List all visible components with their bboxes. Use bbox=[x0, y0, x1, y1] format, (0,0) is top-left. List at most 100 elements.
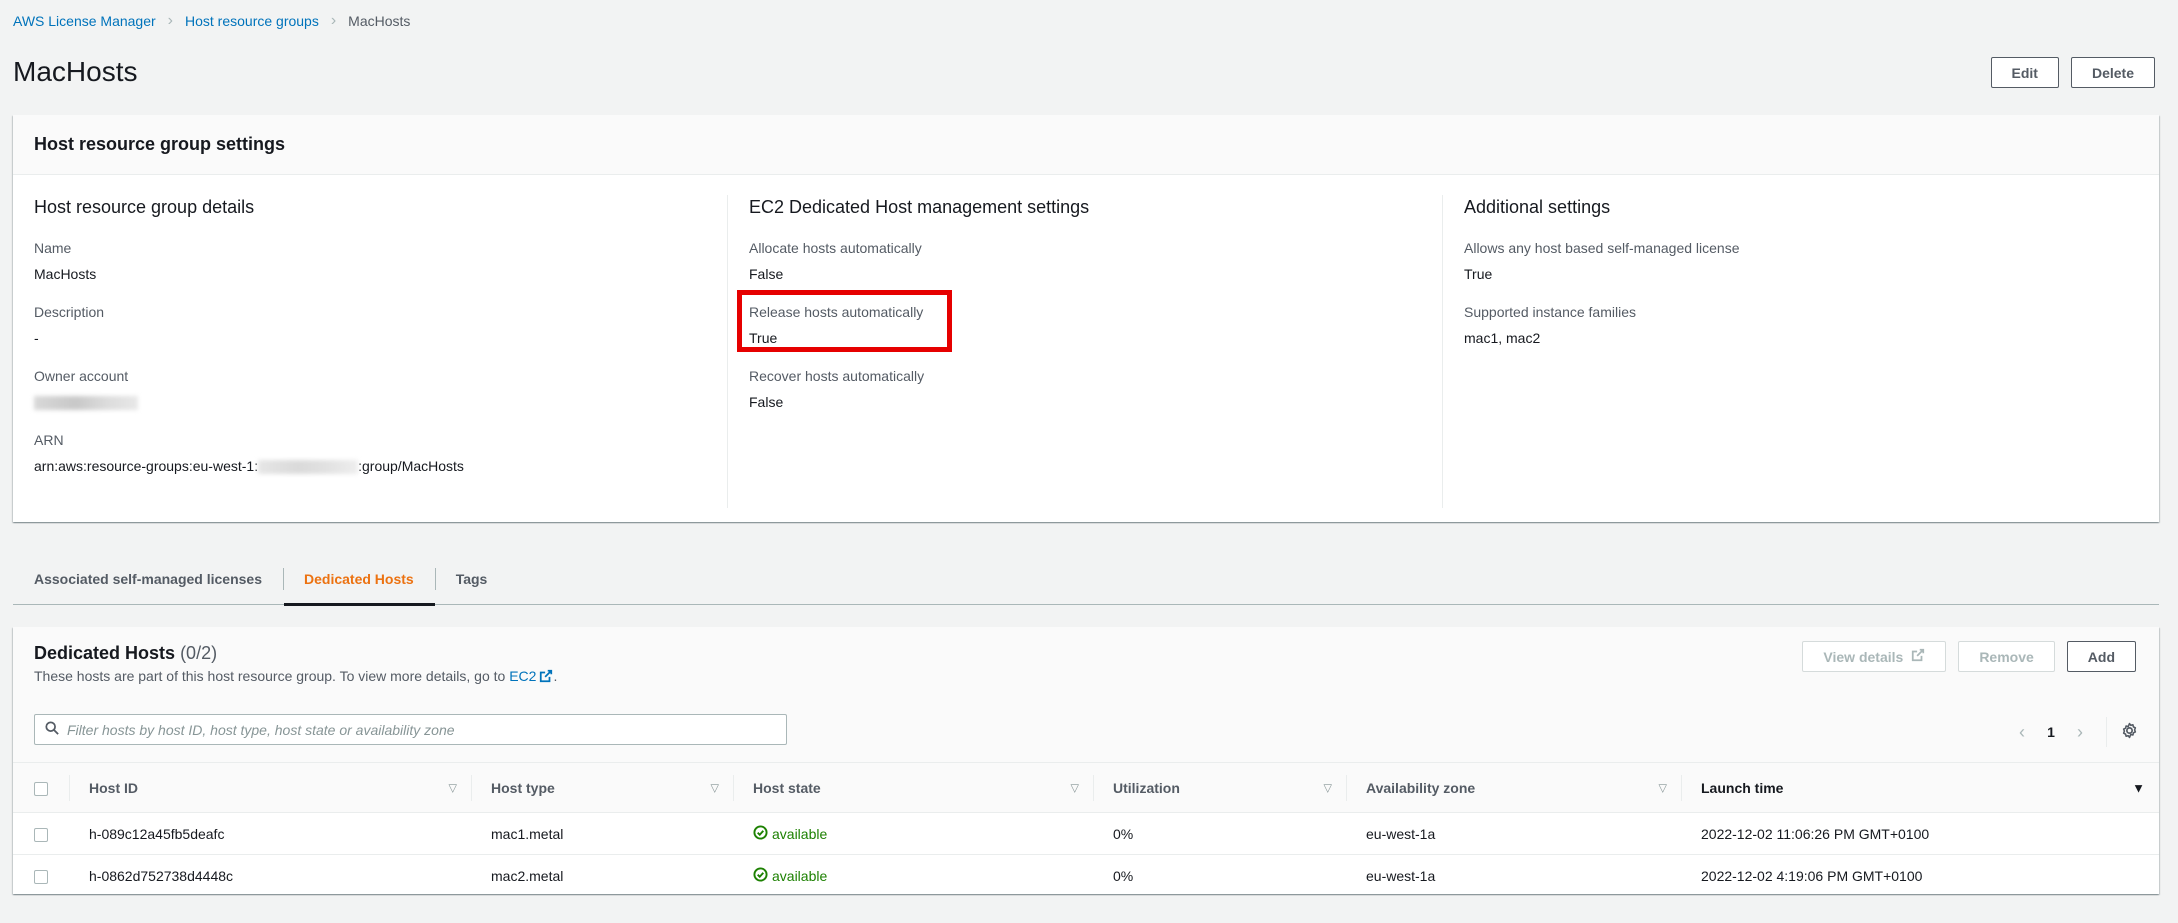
ec2-link[interactable]: EC2 bbox=[509, 668, 553, 684]
availability-zone-cell: eu-west-1a bbox=[1366, 867, 1436, 884]
add-button[interactable]: Add bbox=[2066, 641, 2136, 672]
name-value: MacHosts bbox=[34, 266, 97, 282]
breadcrumb-current: MacHosts bbox=[348, 13, 411, 29]
sort-icon: ▽ bbox=[1070, 782, 1079, 794]
pager-divider bbox=[2106, 717, 2107, 747]
search-icon bbox=[45, 721, 59, 738]
settings-gear-icon[interactable] bbox=[2121, 722, 2138, 742]
allows-license-field: Allows any host based self-managed licen… bbox=[1464, 238, 2137, 284]
host-type-cell: mac1.metal bbox=[491, 825, 564, 842]
breadcrumb-license-manager[interactable]: AWS License Manager bbox=[13, 13, 156, 29]
edit-button[interactable]: Edit bbox=[1990, 57, 2059, 88]
row-select-cell bbox=[13, 813, 69, 855]
details-heading: Host resource group details bbox=[34, 197, 255, 217]
additional-settings-column: Additional settings Allows any host base… bbox=[1443, 195, 2158, 508]
select-all-cell bbox=[13, 763, 69, 813]
column-utilization-label: Utilization bbox=[1113, 779, 1180, 796]
recover-value: False bbox=[749, 394, 784, 410]
ec2-link-label: EC2 bbox=[509, 668, 537, 684]
instance-families-label: Supported instance families bbox=[1464, 304, 1636, 320]
hosts-count: (0/2) bbox=[180, 643, 218, 663]
host-state-cell: available bbox=[733, 855, 1093, 897]
instance-families-field: Supported instance families mac1, mac2 bbox=[1464, 302, 2137, 348]
column-launch-time-label: Launch time bbox=[1701, 779, 1784, 796]
status-text: available bbox=[772, 867, 828, 884]
column-host-type[interactable]: Host type ▽ bbox=[471, 763, 733, 813]
tab-associated-licenses[interactable]: Associated self-managed licenses bbox=[13, 553, 283, 605]
host-state-cell: available bbox=[733, 813, 1093, 855]
row-checkbox[interactable] bbox=[34, 869, 48, 884]
settings-panel-title: Host resource group settings bbox=[13, 115, 2159, 175]
utilization-cell: 0% bbox=[1113, 867, 1134, 884]
page-number[interactable]: 1 bbox=[2036, 724, 2066, 740]
column-utilization[interactable]: Utilization ▽ bbox=[1093, 763, 1346, 813]
allocate-value: False bbox=[749, 266, 784, 282]
allows-license-value: True bbox=[1464, 266, 1493, 282]
launch-time-cell: 2022-12-02 4:19:06 PM GMT+0100 bbox=[1701, 867, 1923, 884]
settings-panel: Host resource group settings Host resour… bbox=[13, 115, 2159, 522]
sort-icon: ▽ bbox=[1658, 782, 1667, 794]
host-id-cell: h-089c12a45fb5deafc bbox=[89, 825, 225, 842]
prev-page-button[interactable]: ‹ bbox=[2008, 722, 2036, 743]
description-label: Description bbox=[34, 304, 105, 320]
allocate-label: Allocate hosts automatically bbox=[749, 240, 922, 256]
check-circle-icon bbox=[753, 824, 768, 843]
tab-tags[interactable]: Tags bbox=[434, 553, 509, 605]
details-column: Host resource group details Name MacHost… bbox=[13, 195, 728, 508]
release-field: Release hosts automatically True bbox=[737, 290, 1421, 352]
sort-icon: ▽ bbox=[710, 782, 719, 794]
external-link-icon bbox=[1911, 648, 1925, 665]
row-select-cell bbox=[13, 855, 69, 897]
breadcrumb: AWS License Manager › Host resource grou… bbox=[13, 12, 410, 30]
description-field: Description - bbox=[34, 302, 706, 348]
description-value: - bbox=[34, 330, 39, 346]
chevron-right-icon: › bbox=[167, 12, 173, 29]
breadcrumb-host-resource-groups[interactable]: Host resource groups bbox=[185, 13, 319, 29]
owner-account-label: Owner account bbox=[34, 368, 129, 384]
tab-dedicated-hosts[interactable]: Dedicated Hosts bbox=[283, 553, 435, 606]
name-field: Name MacHosts bbox=[34, 238, 706, 284]
arn-account-redacted bbox=[258, 460, 359, 475]
launch-time-cell: 2022-12-02 11:06:26 PM GMT+0100 bbox=[1701, 825, 1930, 842]
remove-button[interactable]: Remove bbox=[1958, 641, 2055, 672]
tab-bar: Associated self-managed licenses Dedicat… bbox=[13, 553, 2159, 606]
next-page-button[interactable]: › bbox=[2066, 722, 2094, 743]
availability-zone-cell: eu-west-1a bbox=[1366, 825, 1436, 842]
delete-button[interactable]: Delete bbox=[2070, 57, 2155, 88]
status-text: available bbox=[772, 825, 828, 842]
column-host-type-label: Host type bbox=[491, 779, 555, 796]
table-row[interactable]: h-089c12a45fb5deafc mac1.metal available… bbox=[13, 813, 2159, 855]
hosts-table: Host ID ▽ Host type ▽ Host state ▽ Utilizat… bbox=[13, 762, 2159, 897]
owner-account-field: Owner account bbox=[34, 366, 706, 412]
column-availability-zone[interactable]: Availability zone ▽ bbox=[1346, 763, 1681, 813]
hosts-title-text: Dedicated Hosts bbox=[34, 643, 176, 663]
table-row[interactable]: h-0862d752738d4448c mac2.metal available… bbox=[13, 855, 2159, 897]
view-details-label: View details bbox=[1823, 648, 1904, 665]
column-host-id[interactable]: Host ID ▽ bbox=[69, 763, 471, 813]
utilization-cell: 0% bbox=[1113, 825, 1134, 842]
column-host-state-label: Host state bbox=[753, 779, 821, 796]
sort-icon: ▽ bbox=[1323, 782, 1332, 794]
table-header-row: Host ID ▽ Host type ▽ Host state ▽ Utilizat… bbox=[13, 762, 2159, 813]
ec2-settings-heading: EC2 Dedicated Host management settings bbox=[749, 197, 1090, 217]
sort-icon: ▽ bbox=[448, 782, 457, 794]
recover-field: Recover hosts automatically False bbox=[749, 366, 1421, 412]
column-launch-time[interactable]: Launch time ▼ bbox=[1681, 763, 2159, 813]
view-details-button[interactable]: View details bbox=[1802, 641, 1947, 672]
hosts-description-end: . bbox=[553, 668, 558, 684]
dedicated-hosts-panel: Dedicated Hosts (0/2) These hosts are pa… bbox=[13, 627, 2159, 894]
row-checkbox[interactable] bbox=[34, 827, 48, 842]
status-badge: available bbox=[753, 824, 828, 843]
check-circle-icon bbox=[753, 867, 768, 885]
pagination: ‹ 1 › bbox=[2008, 717, 2138, 747]
sort-descending-icon: ▼ bbox=[2132, 780, 2145, 795]
filter-input[interactable] bbox=[67, 721, 767, 738]
hosts-actions: View details Remove Add bbox=[1802, 641, 2136, 672]
select-all-checkbox[interactable] bbox=[34, 781, 48, 796]
instance-families-value: mac1, mac2 bbox=[1464, 330, 1541, 346]
column-host-state[interactable]: Host state ▽ bbox=[733, 763, 1093, 813]
release-label: Release hosts automatically bbox=[749, 304, 924, 320]
arn-field: ARN arn:aws:resource-groups:eu-west-1::g… bbox=[34, 430, 706, 476]
header-actions: Edit Delete bbox=[1990, 57, 2155, 88]
allocate-field: Allocate hosts automatically False bbox=[749, 238, 1421, 284]
